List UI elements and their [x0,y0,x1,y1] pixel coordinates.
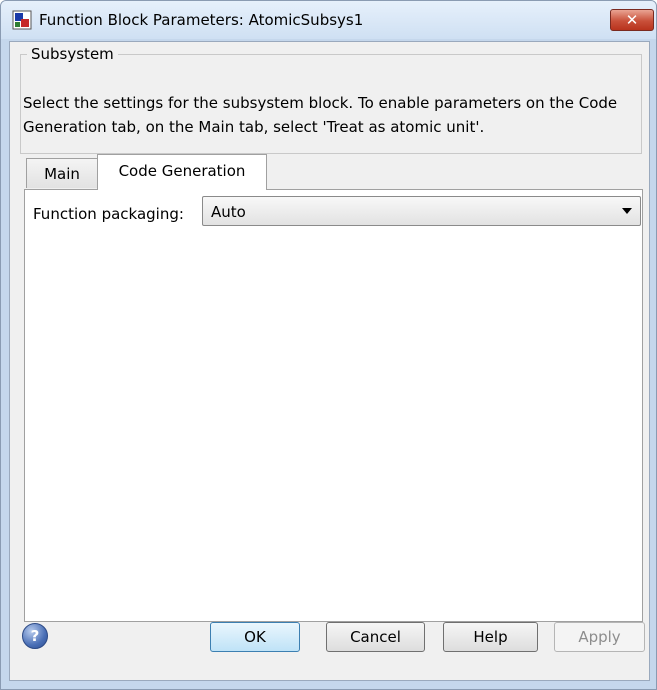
group-title: Subsystem [27,45,118,63]
function-packaging-select[interactable]: Auto [202,196,641,226]
tab-main[interactable]: Main [26,158,98,188]
ok-button[interactable]: OK [210,622,300,652]
code-generation-panel: Function packaging: Auto [24,189,643,622]
group-description: Select the settings for the subsystem bl… [23,94,618,136]
tab-code-generation[interactable]: Code Generation [97,154,267,190]
close-button[interactable]: ✕ [610,9,654,31]
help-button[interactable]: Help [443,622,538,652]
function-packaging-label: Function packaging: [33,205,184,223]
function-packaging-value: Auto [211,203,246,221]
dropdown-arrow-icon [622,208,632,214]
title-bar[interactable]: Function Block Parameters: AtomicSubsys1… [1,1,656,39]
dialog-window: Function Block Parameters: AtomicSubsys1… [0,0,657,690]
cancel-button[interactable]: Cancel [326,622,425,652]
dialog-body: Subsystem Select the settings for the su… [9,41,650,681]
help-icon[interactable]: ? [22,623,48,649]
simulink-block-icon [12,10,32,30]
subsystem-group: Subsystem Select the settings for the su… [20,45,642,154]
apply-button[interactable]: Apply [554,622,645,652]
window-title: Function Block Parameters: AtomicSubsys1 [39,11,364,29]
